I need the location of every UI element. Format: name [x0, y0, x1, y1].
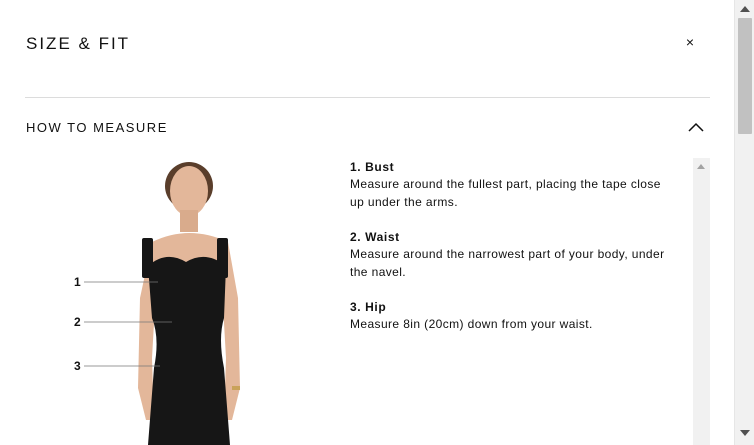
measure-item-hip: 3. Hip Measure 8in (20cm) down from your…: [350, 298, 710, 334]
model-illustration: [84, 162, 240, 445]
waist-marker: 2: [74, 315, 81, 329]
modal-title: SIZE & FIT: [26, 34, 131, 53]
scroll-up-icon[interactable]: [740, 6, 750, 12]
measure-item-bust: 1. Bust Measure around the fullest part,…: [350, 158, 710, 211]
model-face: [170, 166, 208, 216]
how-to-measure-toggle[interactable]: HOW TO MEASURE: [25, 118, 710, 140]
measure-item-waist: 2. Waist Measure around the narrowest pa…: [350, 228, 710, 281]
bracelet: [232, 386, 240, 390]
close-icon[interactable]: ×: [682, 34, 698, 50]
measure-heading: 1. Bust: [350, 160, 395, 174]
section-title: HOW TO MEASURE: [26, 120, 168, 135]
model-neck: [180, 210, 198, 232]
page-scrollbar[interactable]: [734, 0, 754, 445]
measurement-figure: 1 2 3: [60, 158, 320, 445]
measurement-instructions: 1. Bust Measure around the fullest part,…: [350, 158, 710, 445]
size-fit-modal: SIZE & FIT × HOW TO MEASURE 1 2 3 1. Bus…: [0, 0, 734, 445]
measure-description: Measure 8in (20cm) down from your waist.: [350, 317, 593, 331]
inner-scrollbar[interactable]: [693, 158, 710, 445]
dress-body: [148, 256, 230, 445]
measure-heading: 2. Waist: [350, 230, 400, 244]
scroll-down-icon[interactable]: [740, 430, 750, 436]
divider: [25, 97, 710, 98]
scroll-thumb[interactable]: [738, 18, 752, 134]
measure-description: Measure around the narrowest part of you…: [350, 247, 665, 279]
hip-marker: 3: [74, 359, 81, 373]
measure-heading: 3. Hip: [350, 300, 387, 314]
measure-description: Measure around the fullest part, placing…: [350, 177, 661, 209]
scroll-up-arrow-icon[interactable]: [697, 164, 705, 169]
chevron-up-icon[interactable]: [688, 121, 704, 133]
bust-marker: 1: [74, 275, 81, 289]
